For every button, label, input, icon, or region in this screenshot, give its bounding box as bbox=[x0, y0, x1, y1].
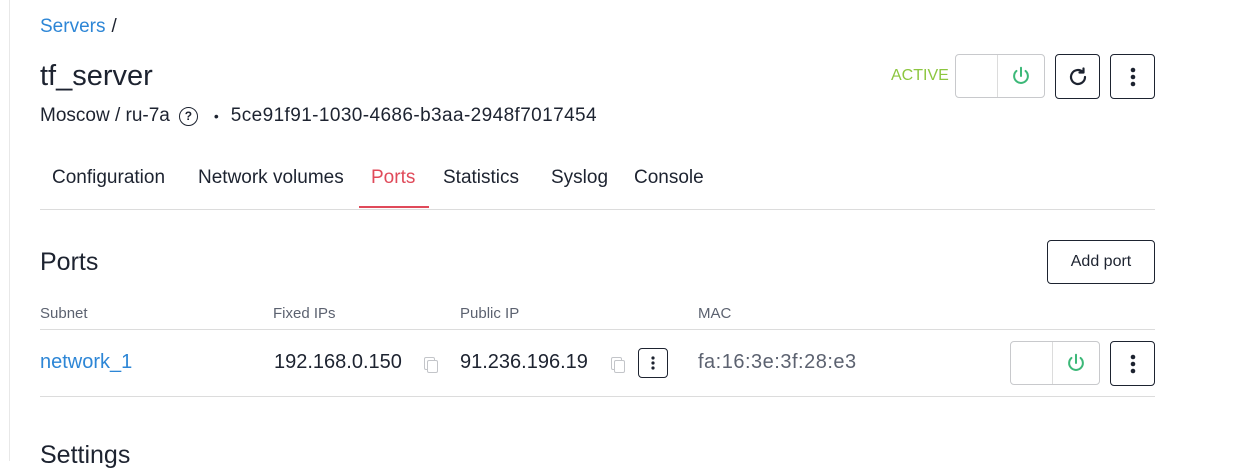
power-toggle-on-half[interactable] bbox=[1053, 342, 1099, 384]
table-header-divider bbox=[40, 329, 1155, 330]
server-power-toggle[interactable] bbox=[955, 54, 1045, 98]
status-badge: ACTIVE bbox=[891, 67, 949, 84]
more-vertical-icon bbox=[651, 356, 655, 370]
mac-value: fa:16:3e:3f:28:e3 bbox=[698, 351, 857, 373]
tab-syslog[interactable]: Syslog bbox=[551, 167, 608, 189]
server-region: Moscow / ru-7a bbox=[40, 105, 170, 126]
tab-bar: Configuration Network volumes Ports Stat… bbox=[40, 157, 1155, 210]
power-toggle-off-half[interactable] bbox=[1011, 342, 1053, 384]
column-header-subnet: Subnet bbox=[40, 305, 88, 322]
server-uuid: 5ce91f91-1030-4686-b3aa-2948f7017454 bbox=[230, 105, 597, 126]
settings-heading: Settings bbox=[40, 441, 131, 469]
breadcrumb-separator: / bbox=[111, 16, 117, 37]
breadcrumb: Servers / bbox=[40, 16, 117, 38]
copy-icon[interactable] bbox=[424, 357, 438, 373]
power-toggle-off-half[interactable] bbox=[956, 55, 998, 97]
table-row-divider bbox=[40, 396, 1155, 397]
refresh-icon bbox=[1069, 66, 1086, 85]
column-header-public-ip: Public IP bbox=[460, 305, 520, 322]
tab-configuration[interactable]: Configuration bbox=[52, 167, 165, 189]
public-ip-value: 91.236.196.19 bbox=[460, 351, 588, 373]
fixed-ip-value: 192.168.0.150 bbox=[274, 351, 402, 373]
active-tab-indicator bbox=[359, 206, 429, 208]
column-header-mac: MAC bbox=[698, 305, 732, 322]
more-vertical-icon bbox=[1130, 67, 1135, 86]
power-icon bbox=[1013, 66, 1029, 84]
tab-console[interactable]: Console bbox=[634, 167, 704, 189]
refresh-button[interactable] bbox=[1055, 54, 1100, 99]
public-ip-more-button[interactable] bbox=[638, 348, 668, 378]
tab-ports[interactable]: Ports bbox=[371, 167, 415, 189]
ports-heading: Ports bbox=[40, 248, 99, 276]
power-toggle-on-half[interactable] bbox=[998, 55, 1044, 97]
server-meta: Moscow / ru-7a ? • 5ce91f91-1030-4686-b3… bbox=[40, 105, 597, 127]
tab-statistics[interactable]: Statistics bbox=[443, 167, 519, 189]
help-icon[interactable]: ? bbox=[178, 106, 198, 126]
subnet-link[interactable]: network_1 bbox=[40, 351, 132, 374]
port-power-toggle[interactable] bbox=[1010, 341, 1100, 385]
sidebar-divider bbox=[9, 0, 10, 461]
add-port-button[interactable]: Add port bbox=[1047, 240, 1155, 284]
copy-icon[interactable] bbox=[611, 357, 625, 373]
more-vertical-icon bbox=[1130, 354, 1135, 373]
meta-bullet: • bbox=[213, 108, 219, 124]
breadcrumb-servers-link[interactable]: Servers bbox=[40, 16, 105, 37]
column-header-fixed-ips: Fixed IPs bbox=[273, 305, 336, 322]
tab-network-volumes[interactable]: Network volumes bbox=[198, 167, 344, 189]
server-more-button[interactable] bbox=[1110, 54, 1155, 99]
page-title: tf_server bbox=[40, 60, 153, 92]
power-icon bbox=[1068, 353, 1084, 371]
port-more-button[interactable] bbox=[1110, 341, 1155, 386]
